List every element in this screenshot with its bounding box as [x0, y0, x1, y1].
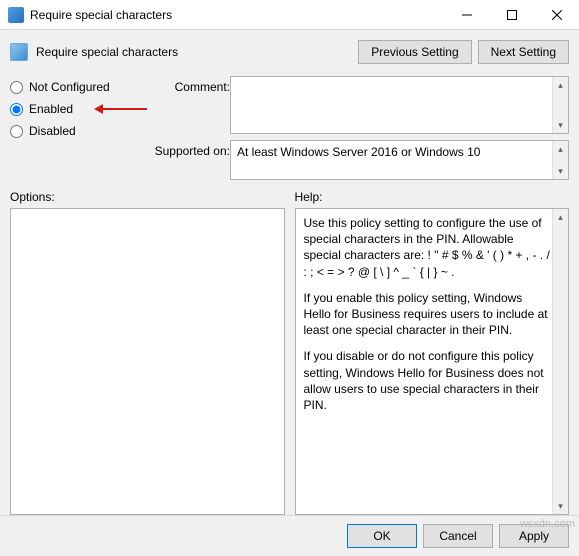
radio-enabled-input[interactable] [10, 103, 23, 116]
ok-button[interactable]: OK [347, 524, 417, 548]
policy-icon [10, 43, 28, 61]
radio-not-configured[interactable]: Not Configured [10, 80, 140, 94]
header-row: Require special characters Previous Sett… [10, 36, 569, 76]
help-paragraph: If you enable this policy setting, Windo… [304, 290, 551, 339]
help-column: Help: Use this policy setting to configu… [295, 190, 570, 515]
config-section: Not Configured Enabled Disabled Comment: [10, 76, 569, 180]
supported-scrollbar[interactable]: ▴ ▾ [552, 141, 568, 179]
radio-enabled[interactable]: Enabled [10, 102, 140, 116]
supported-on-box: At least Windows Server 2016 or Windows … [230, 140, 569, 180]
dialog-footer: OK Cancel Apply [0, 515, 579, 556]
dialog-body: Require special characters Previous Sett… [0, 30, 579, 515]
options-panel[interactable] [10, 208, 285, 515]
help-label: Help: [295, 190, 570, 204]
radio-not-configured-label: Not Configured [29, 80, 110, 94]
radio-enabled-label: Enabled [29, 102, 73, 116]
scroll-up-icon[interactable]: ▴ [553, 209, 569, 225]
apply-button[interactable]: Apply [499, 524, 569, 548]
window-title: Require special characters [30, 8, 172, 22]
lower-section: Options: Help: Use this policy setting t… [10, 190, 569, 515]
previous-setting-button[interactable]: Previous Setting [358, 40, 471, 64]
comment-scrollbar[interactable]: ▴ ▾ [552, 77, 568, 133]
comment-textarea[interactable]: ▴ ▾ [230, 76, 569, 134]
help-scrollbar[interactable]: ▴ ▾ [552, 209, 568, 514]
help-panel[interactable]: Use this policy setting to configure the… [295, 208, 570, 515]
cancel-button[interactable]: Cancel [423, 524, 493, 548]
app-icon [8, 7, 24, 23]
next-setting-button[interactable]: Next Setting [478, 40, 569, 64]
help-paragraph: Use this policy setting to configure the… [304, 215, 551, 280]
scroll-up-icon[interactable]: ▴ [553, 77, 569, 93]
scroll-down-icon[interactable]: ▾ [553, 117, 569, 133]
annotation-arrow [94, 104, 147, 114]
scroll-down-icon[interactable]: ▾ [553, 498, 569, 514]
titlebar: Require special characters [0, 0, 579, 30]
radio-group: Not Configured Enabled Disabled [10, 76, 140, 180]
help-paragraph: If you disable or do not configure this … [304, 348, 551, 413]
scroll-down-icon[interactable]: ▾ [553, 163, 569, 179]
radio-disabled[interactable]: Disabled [10, 124, 140, 138]
supported-on-value: At least Windows Server 2016 or Windows … [237, 145, 480, 159]
scroll-up-icon[interactable]: ▴ [553, 141, 569, 157]
options-column: Options: [10, 190, 285, 515]
comment-label: Comment: [150, 80, 230, 94]
minimize-button[interactable] [444, 0, 489, 30]
options-label: Options: [10, 190, 285, 204]
supported-on-label: Supported on: [150, 144, 230, 158]
radio-disabled-label: Disabled [29, 124, 76, 138]
radio-not-configured-input[interactable] [10, 81, 23, 94]
close-button[interactable] [534, 0, 579, 30]
policy-title: Require special characters [36, 45, 352, 59]
maximize-button[interactable] [489, 0, 534, 30]
radio-disabled-input[interactable] [10, 125, 23, 138]
